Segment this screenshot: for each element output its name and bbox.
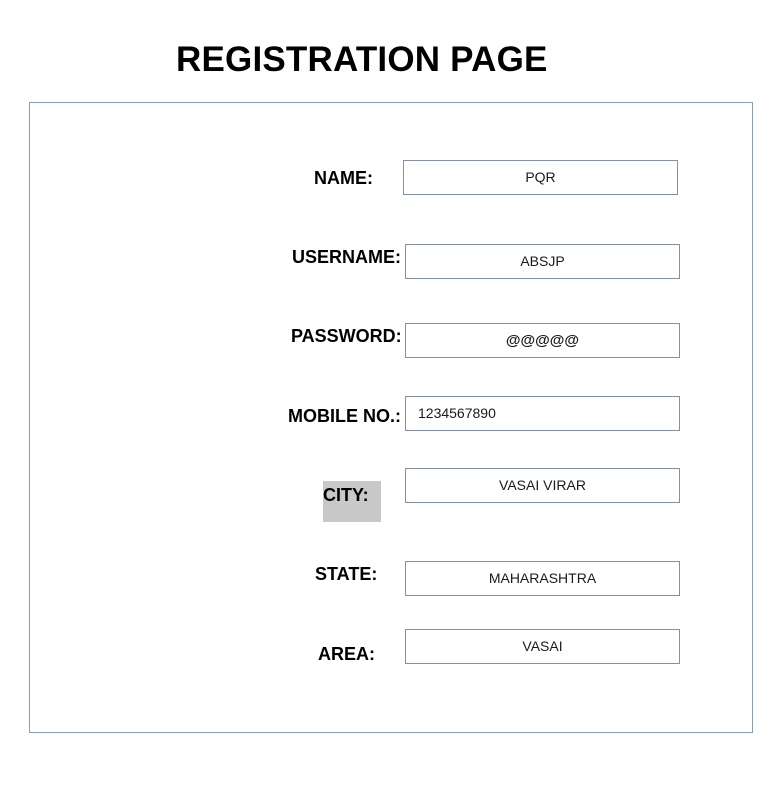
password-label: PASSWORD:: [291, 326, 402, 346]
name-field[interactable]: PQR: [403, 160, 678, 195]
page-title: REGISTRATION PAGE: [176, 40, 548, 79]
area-field[interactable]: VASAI: [405, 629, 680, 664]
username-label: USERNAME:: [292, 247, 402, 267]
mobile-field[interactable]: 1234567890: [405, 396, 680, 431]
state-label: STATE:: [315, 564, 378, 584]
city-field[interactable]: VASAI VIRAR: [405, 468, 680, 503]
password-field[interactable]: @@@@@: [405, 323, 680, 358]
username-field[interactable]: ABSJP: [405, 244, 680, 279]
city-label: CITY:: [323, 481, 381, 522]
mobile-label: MOBILE NO.:: [288, 406, 401, 426]
area-label: AREA:: [318, 644, 375, 664]
state-field[interactable]: MAHARASHTRA: [405, 561, 680, 596]
name-label: NAME:: [314, 168, 373, 188]
